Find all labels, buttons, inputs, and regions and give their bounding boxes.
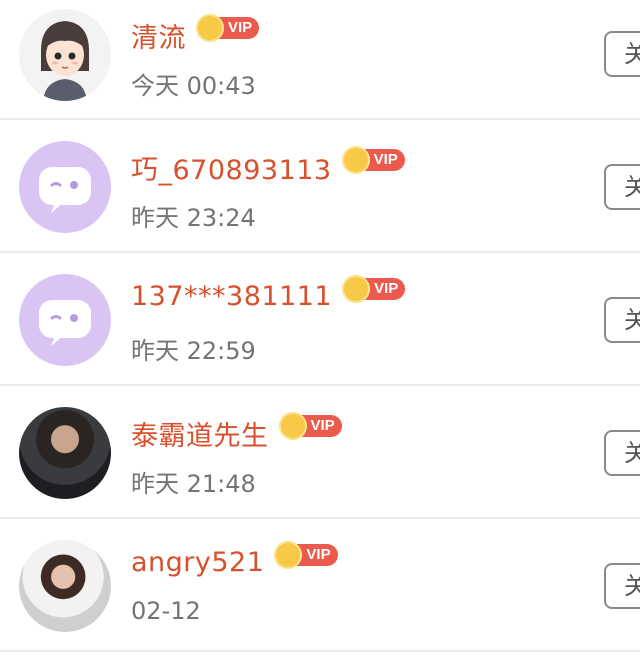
- follow-button[interactable]: 关: [604, 164, 640, 210]
- vip-badge: VIP: [196, 13, 260, 42]
- follow-button[interactable]: 关: [604, 31, 640, 77]
- user-name[interactable]: angry521: [131, 547, 264, 578]
- user-name[interactable]: 清流: [131, 16, 186, 55]
- user-row[interactable]: 清流 VIP 今天 00:43 关: [0, 0, 640, 120]
- avatar[interactable]: [19, 9, 111, 101]
- name-line: 清流 VIP: [131, 13, 260, 55]
- avatar[interactable]: [19, 274, 111, 366]
- timestamp: 昨天 22:59: [131, 337, 256, 365]
- crown-icon: [342, 274, 371, 303]
- follow-button[interactable]: 关: [604, 563, 640, 609]
- follow-button[interactable]: 关: [604, 430, 640, 476]
- name-line: 137***381111 VIP: [131, 274, 406, 312]
- user-name[interactable]: 泰霸道先生: [131, 414, 269, 453]
- avatar[interactable]: [19, 407, 111, 499]
- user-row[interactable]: 巧_670893113 VIP 昨天 23:24 关: [0, 121, 640, 253]
- default-chat-bubble-avatar-icon: [39, 300, 91, 346]
- name-line: angry521 VIP: [131, 540, 338, 578]
- vip-badge: VIP: [342, 274, 406, 303]
- follow-button[interactable]: 关: [604, 297, 640, 343]
- crown-icon: [196, 13, 224, 42]
- timestamp: 昨天 23:24: [131, 204, 256, 232]
- user-row[interactable]: angry521 VIP 02-12 关: [0, 520, 640, 652]
- user-name[interactable]: 巧_670893113: [131, 148, 332, 187]
- vip-badge: VIP: [341, 145, 405, 174]
- cartoon-girl-avatar-icon: [19, 9, 111, 101]
- timestamp: 今天 00:43: [131, 72, 256, 100]
- timestamp: 02-12: [131, 597, 201, 625]
- vip-badge: VIP: [278, 411, 342, 440]
- avatar[interactable]: [19, 540, 111, 632]
- vip-badge: VIP: [274, 540, 338, 569]
- user-row[interactable]: 137***381111 VIP 昨天 22:59 关: [0, 254, 640, 386]
- crown-icon: [274, 540, 303, 569]
- name-line: 泰霸道先生 VIP: [131, 411, 342, 453]
- user-row[interactable]: 泰霸道先生 VIP 昨天 21:48 关: [0, 387, 640, 519]
- name-line: 巧_670893113 VIP: [131, 145, 405, 187]
- user-name[interactable]: 137***381111: [131, 281, 332, 312]
- default-chat-bubble-avatar-icon: [39, 167, 91, 213]
- user-list: 清流 VIP 今天 00:43 关 巧_670893113 VIP 昨天 23:…: [0, 0, 640, 652]
- avatar[interactable]: [19, 141, 111, 233]
- crown-icon: [278, 411, 307, 440]
- timestamp: 昨天 21:48: [131, 470, 256, 498]
- crown-icon: [341, 145, 370, 174]
